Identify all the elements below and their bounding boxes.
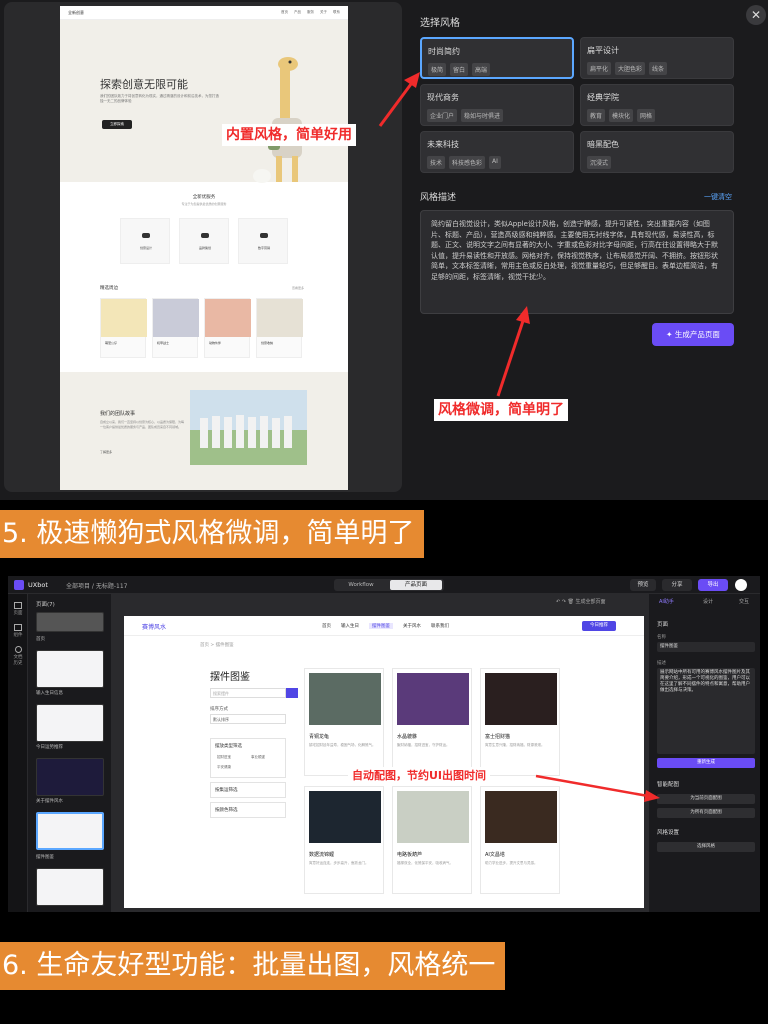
editor-app: UXbot 全部项目 / 无标题-117 Workflow 产品页面 预览 分享…	[8, 576, 760, 912]
banner-step-5: 5. 极速懒狗式风格微调，简单明了	[0, 510, 425, 558]
annotation-arrow-auto	[535, 774, 660, 802]
banner-step-6: 6. 生命友好型功能：批量出图，风格统一	[0, 942, 506, 990]
style-panel: 全新创意 首页 产品 服务 关于 联系 探索创意无限可能 我们的团队致力于将创意…	[0, 0, 768, 500]
annotation-arrows	[378, 72, 530, 397]
